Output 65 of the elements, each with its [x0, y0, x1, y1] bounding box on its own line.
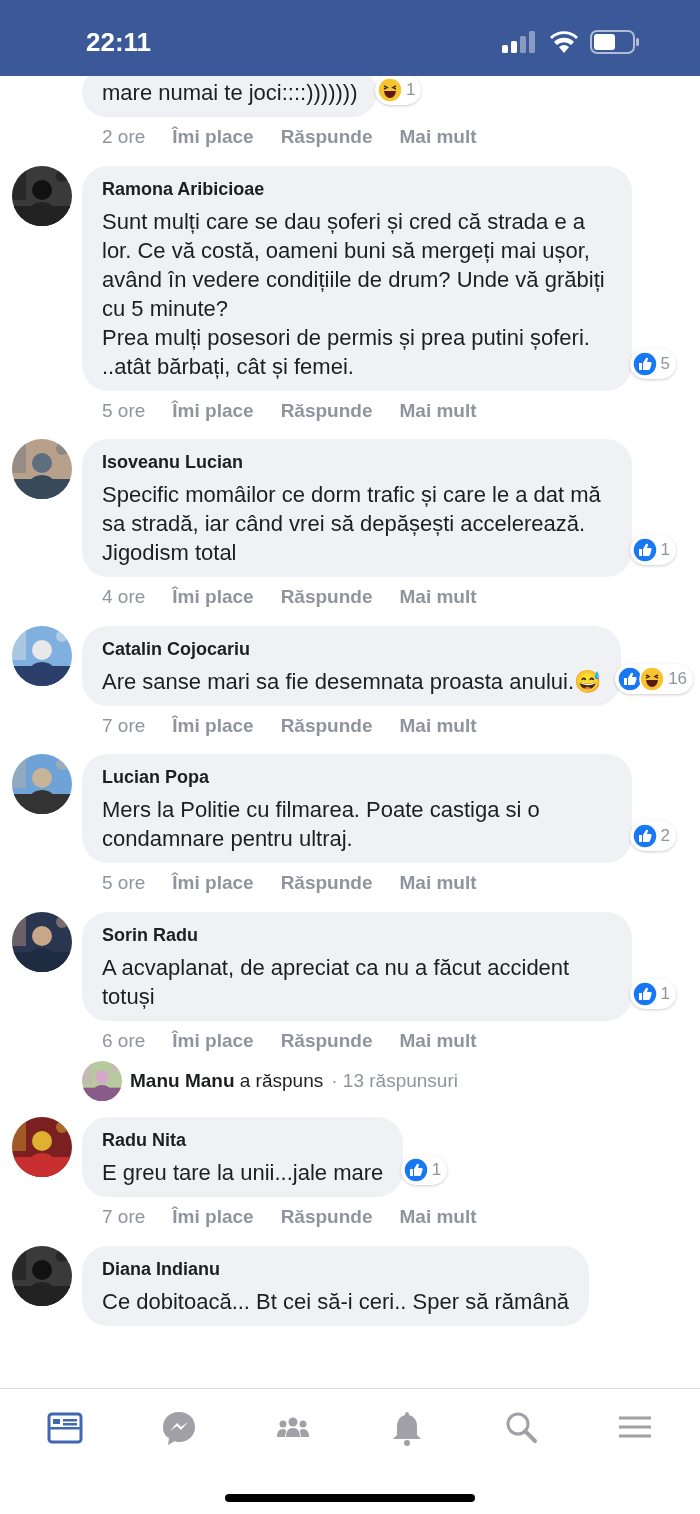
- reaction-pill[interactable]: 1: [629, 535, 676, 565]
- comment-text: Mers la Politie cu filmarea. Poate castiga si o condamnare pentru ultraj.: [102, 796, 541, 853]
- like-icon: [631, 537, 658, 563]
- comment-action-link[interactable]: Îmi place: [172, 869, 254, 898]
- reaction-pill[interactable]: 1: [629, 978, 676, 1009]
- comment-action-link[interactable]: Mai mult: [399, 123, 477, 152]
- comment-time: 7 ore: [102, 1205, 146, 1229]
- comment-action-link[interactable]: Răspunde: [280, 583, 373, 612]
- comment-author[interactable]: Radu Nita: [102, 1127, 384, 1154]
- comment-action-link[interactable]: Răspunde: [280, 123, 373, 152]
- reaction-pill[interactable]: 1: [375, 76, 422, 105]
- comment-action-link[interactable]: Mai mult: [399, 711, 477, 740]
- comment-author[interactable]: Lucian Popa: [102, 764, 612, 791]
- comment-action-link[interactable]: Îmi place: [172, 123, 254, 152]
- like-icon: [631, 823, 658, 849]
- comment-action-link[interactable]: Îmi place: [172, 711, 254, 740]
- comment-author[interactable]: Sorin Radu: [102, 921, 612, 949]
- comment-action-link[interactable]: Răspunde: [280, 1203, 373, 1232]
- comment-action-link[interactable]: Îmi place: [172, 396, 254, 425]
- signal-icon: [502, 31, 538, 53]
- comment-time: 2 ore: [102, 125, 146, 149]
- comment-text: A acvaplanat, de apreciat ca nu a făcut accident totuși: [102, 953, 571, 1011]
- comment-author[interactable]: Catalin Cojocariu: [102, 635, 602, 663]
- like-icon: [631, 350, 658, 377]
- chat-bubble-icon[interactable]: [160, 1409, 198, 1447]
- comment-time: 7 ore: [102, 713, 146, 738]
- laughing-emoji-icon: [377, 77, 403, 103]
- reaction-pill[interactable]: 2: [629, 821, 676, 851]
- comment-author[interactable]: Isoveanu Lucian: [102, 449, 612, 476]
- comment-time: 5 ore: [102, 871, 146, 895]
- comment-action-link[interactable]: Mai mult: [399, 869, 477, 898]
- comment-action-link[interactable]: Răspunde: [280, 869, 373, 898]
- comment-text: Sunt mulți care se dau șoferi și cred că strada e a lor. Ce vă costă, oameni buni să mergeți mai ușor, având în vedere condițiile de drum? Unde vă grăbiți cu 5 minute? Prea mulți posesori de permis și prea putini șoferi. ..atât bărbați, cât și femei.: [102, 207, 606, 381]
- reply-author-text[interactable]: Manu Manu a răspuns: [130, 1066, 324, 1096]
- like-icon: [402, 1157, 429, 1183]
- comment-text: Specific momâilor ce dorm trafic și care le a dat mă sa stradă, iar când vrei să depășești accelerează. Jigodism total: [102, 481, 602, 567]
- like-icon: [631, 980, 658, 1007]
- comment-action-link[interactable]: Îmi place: [172, 1203, 254, 1232]
- reaction-pill[interactable]: 1: [400, 1155, 448, 1185]
- comment-action-link[interactable]: Îmi place: [172, 1026, 254, 1055]
- comment-text: mare numai te joci::::))))))): [102, 79, 358, 107]
- reply-count[interactable]: · 13 răspunsuri: [331, 1066, 458, 1096]
- comment-time: 4 ore: [102, 585, 146, 609]
- comment-action-link[interactable]: Mai mult: [399, 1026, 477, 1055]
- laughing-emoji-icon: [639, 665, 666, 692]
- comment-action-link[interactable]: Răspunde: [280, 711, 373, 740]
- comment-text: Ce dobitoacă... Bt cei să-i ceri.. Sper să rămână: [102, 1287, 570, 1316]
- comment-action-link[interactable]: Îmi place: [172, 583, 254, 612]
- reaction-pill[interactable]: 16: [615, 663, 694, 694]
- battery-icon: [590, 30, 640, 54]
- wifi-icon: [550, 31, 578, 53]
- status-time: 22:11: [86, 25, 152, 59]
- comment-action-link[interactable]: Răspunde: [280, 1026, 373, 1055]
- comment-time: 6 ore: [102, 1028, 146, 1053]
- comment-text: Are sanse mari sa fie desemnata proasta anului.😅: [102, 667, 602, 696]
- comment-author[interactable]: Diana Indianu: [102, 1255, 570, 1283]
- comment-action-link[interactable]: Răspunde: [280, 396, 373, 425]
- comment-author[interactable]: Ramona Aribicioae: [102, 175, 612, 203]
- comment-text: E greu tare la unii...jale mare: [102, 1159, 384, 1187]
- comment-action-link[interactable]: Mai mult: [399, 396, 477, 425]
- reaction-pill[interactable]: 5: [629, 348, 676, 379]
- comment-action-link[interactable]: Mai mult: [399, 1203, 477, 1232]
- comment-time: 5 ore: [102, 398, 146, 423]
- comment-action-link[interactable]: Mai mult: [399, 583, 477, 612]
- like-icon: [617, 665, 644, 692]
